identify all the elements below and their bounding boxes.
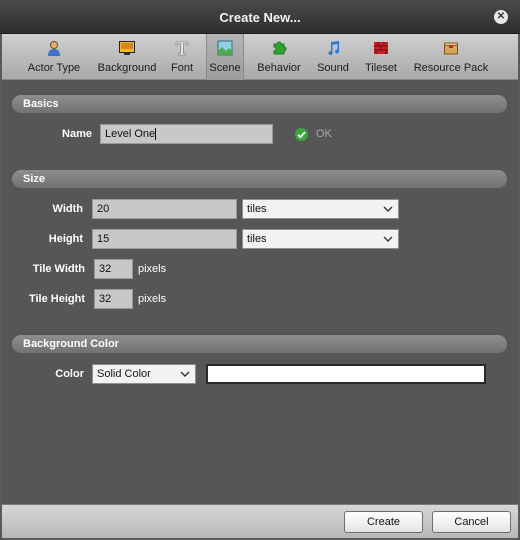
- toolbar-item-background[interactable]: Background: [92, 34, 162, 80]
- name-status-text: OK: [316, 128, 332, 140]
- toolbar-label: Behavior: [257, 62, 301, 74]
- cancel-button[interactable]: Cancel: [432, 511, 511, 533]
- tile-width-input[interactable]: 32: [94, 259, 133, 279]
- width-unit-select[interactable]: tiles: [242, 199, 399, 219]
- tile-width-label: Tile Width: [32, 263, 85, 275]
- create-button[interactable]: Create: [344, 511, 423, 533]
- name-label: Name: [62, 128, 92, 140]
- sound-icon: [328, 41, 340, 56]
- check-icon: [295, 128, 308, 141]
- background-icon: [119, 41, 135, 55]
- close-icon[interactable]: ✕: [494, 10, 508, 24]
- dialog-footer: Create Cancel: [2, 504, 518, 538]
- chevron-down-icon: [383, 236, 393, 242]
- chevron-down-icon: [383, 206, 393, 212]
- dialog-title: Create New...: [219, 10, 301, 25]
- name-input[interactable]: Level One: [100, 124, 273, 144]
- tile-height-input[interactable]: 32: [94, 289, 133, 309]
- title-bar: Create New... ✕: [0, 0, 520, 34]
- toolbar-item-scene[interactable]: Scene: [206, 34, 244, 80]
- color-mode-select[interactable]: Solid Color: [92, 364, 196, 384]
- height-label: Height: [48, 233, 83, 245]
- section-header-background-color: Background Color: [12, 335, 507, 353]
- toolbar-item-font[interactable]: Font: [166, 34, 198, 80]
- section-header-basics: Basics: [12, 95, 507, 113]
- width-input[interactable]: 20: [92, 199, 237, 219]
- text-caret: [155, 128, 157, 141]
- toolbar-label: Scene: [209, 62, 241, 74]
- resource-type-toolbar: Actor Type Background Font Scene Behavio…: [2, 34, 518, 80]
- chevron-down-icon: [180, 371, 190, 377]
- tile-height-label: Tile Height: [28, 293, 85, 305]
- toolbar-label: Background: [97, 62, 157, 74]
- resource-pack-icon: [444, 42, 458, 55]
- height-unit-value: tiles: [247, 233, 267, 245]
- color-mode-value: Solid Color: [97, 368, 151, 380]
- height-unit-select[interactable]: tiles: [242, 229, 399, 249]
- toolbar-item-actor-type[interactable]: Actor Type: [22, 34, 86, 80]
- tile-width-unit: pixels: [138, 263, 167, 275]
- toolbar-label: Resource Pack: [413, 62, 489, 74]
- toolbar-label: Actor Type: [27, 62, 81, 74]
- tile-height-unit: pixels: [138, 293, 167, 305]
- actor-icon: [48, 41, 60, 56]
- toolbar-label: Sound: [317, 62, 349, 74]
- name-value: Level One: [105, 128, 156, 140]
- font-icon: [175, 41, 189, 56]
- toolbar-label: Font: [170, 62, 193, 74]
- section-header-size: Size: [12, 170, 507, 188]
- height-input[interactable]: 15: [92, 229, 237, 249]
- scene-icon: [217, 40, 233, 56]
- width-label: Width: [52, 203, 83, 215]
- width-unit-value: tiles: [247, 203, 267, 215]
- toolbar-item-resource-pack[interactable]: Resource Pack: [412, 34, 490, 80]
- toolbar-item-behavior[interactable]: Behavior: [254, 34, 304, 80]
- color-label: Color: [55, 368, 84, 380]
- tileset-icon: [374, 42, 388, 54]
- toolbar-item-sound[interactable]: Sound: [314, 34, 352, 80]
- behavior-icon: [273, 41, 287, 55]
- toolbar-item-tileset[interactable]: Tileset: [362, 34, 400, 80]
- toolbar-label: Tileset: [365, 62, 397, 74]
- color-swatch[interactable]: [206, 364, 486, 384]
